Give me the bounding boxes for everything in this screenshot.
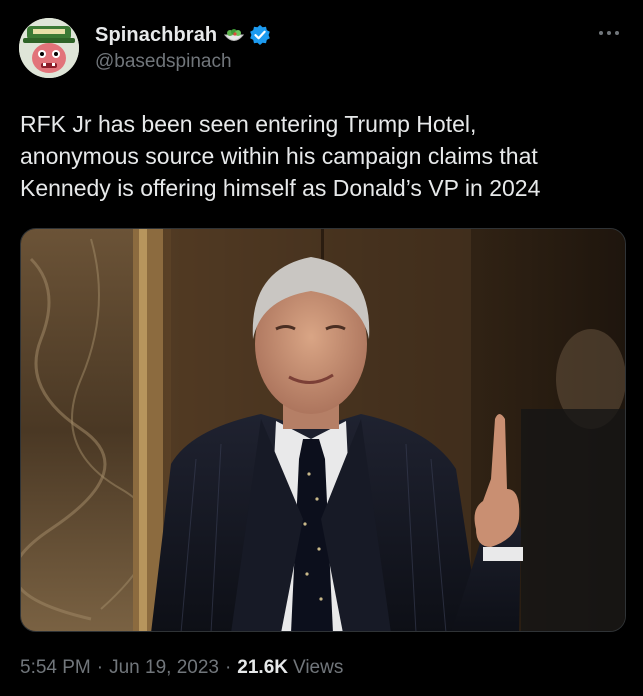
tweet-date[interactable]: Jun 19, 2023 <box>109 657 219 679</box>
meta-separator: · <box>96 657 104 678</box>
views-count[interactable]: 21.6K <box>237 657 288 679</box>
author-avatar[interactable] <box>19 18 79 78</box>
author-display-name[interactable]: Spinachbrah <box>95 24 217 47</box>
tweet-time[interactable]: 5:54 PM <box>20 657 91 679</box>
verified-badge-icon <box>249 24 271 46</box>
tweet-photo[interactable] <box>20 228 626 632</box>
author-handle[interactable]: @basedspinach <box>95 51 232 73</box>
meta-separator: · <box>224 657 232 678</box>
photo-man-pointing <box>21 229 625 631</box>
author-name-row[interactable]: Spinachbrah <box>95 22 271 48</box>
tweet-text: RFK Jr has been seen entering Trump Hote… <box>20 111 541 201</box>
tweet-card: Spinachbrah @basedspinach RFK Jr has bee… <box>0 0 643 696</box>
views-label[interactable]: Views <box>293 657 343 679</box>
salad-bowl-icon <box>223 24 245 46</box>
avatar-image <box>19 18 79 78</box>
more-options-icon[interactable] <box>597 26 621 38</box>
tweet-meta: 5:54 PM · Jun 19, 2023 · 21.6K Views <box>20 657 343 679</box>
